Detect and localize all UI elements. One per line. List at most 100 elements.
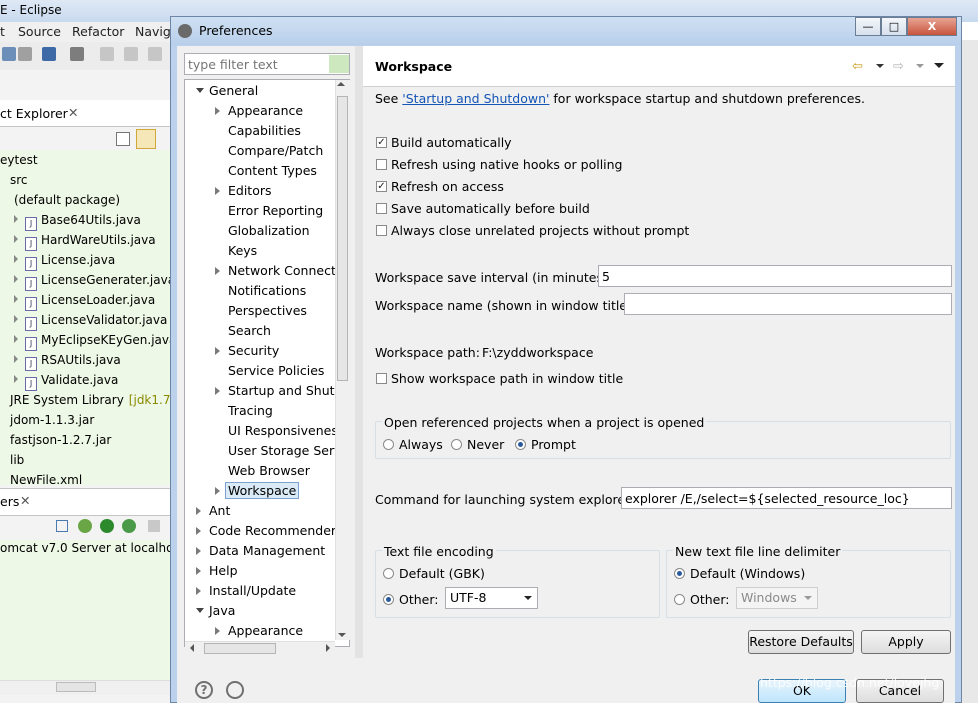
menu-item-source[interactable]: Source	[18, 24, 61, 39]
nav-item[interactable]: Code Recommenders	[209, 523, 343, 538]
dialog-title-bar[interactable]	[171, 17, 961, 45]
expand-icon[interactable]	[196, 547, 201, 555]
expand-icon[interactable]	[14, 355, 18, 363]
save-before-build-checkbox[interactable]	[376, 203, 387, 214]
expand-icon[interactable]	[215, 387, 220, 395]
expand-icon[interactable]	[196, 507, 201, 515]
encoding-default-radio[interactable]	[383, 568, 394, 579]
expand-icon[interactable]	[14, 315, 18, 323]
nav-item[interactable]: Data Management	[209, 543, 325, 558]
import-export-icon[interactable]	[226, 681, 244, 699]
nav-item[interactable]: Search	[228, 323, 271, 338]
project-tree-item[interactable]: jdom-1.1.3.jar	[0, 413, 94, 427]
project-tree-item[interactable]: J Base64Utils.java	[14, 213, 141, 231]
nav-item[interactable]: Appearance	[228, 103, 303, 118]
project-tree-item[interactable]: J License.java	[14, 253, 115, 271]
nav-item[interactable]: Compare/Patch	[228, 143, 323, 158]
expand-icon[interactable]	[196, 527, 201, 535]
encoding-other-radio[interactable]	[383, 594, 394, 605]
nav-item[interactable]: Perspectives	[228, 303, 307, 318]
project-tree-item[interactable]: J LicenseValidator.java	[14, 313, 167, 331]
nav-item[interactable]: Keys	[228, 243, 257, 258]
collapse-icon[interactable]	[196, 88, 204, 93]
collapse-icon[interactable]	[196, 608, 204, 613]
expand-icon[interactable]	[14, 255, 18, 263]
project-tree-item[interactable]: J RSAUtils.java	[14, 353, 121, 371]
save-interval-input[interactable]	[598, 265, 952, 287]
expand-icon[interactable]	[215, 627, 220, 635]
project-tree-item[interactable]: JRE System Library [jdk1.7.0	[0, 393, 182, 407]
link-with-editor-icon[interactable]	[136, 129, 156, 149]
scroll-up-icon[interactable]	[337, 82, 345, 86]
console-icon[interactable]	[42, 47, 56, 61]
nav-item[interactable]: Ant	[209, 503, 230, 518]
nav-item[interactable]: Web Browser	[228, 463, 310, 478]
delimiter-default-radio[interactable]	[674, 568, 685, 579]
scroll-left-icon[interactable]	[190, 644, 194, 652]
nav-item[interactable]: Notifications	[228, 283, 306, 298]
server-item[interactable]: omcat v7.0 Server at localhost	[0, 541, 184, 555]
workspace-name-input[interactable]	[624, 293, 952, 315]
servers-scroll-thumb[interactable]	[56, 682, 96, 692]
expand-icon[interactable]	[215, 487, 220, 495]
nav-item[interactable]: Network Connectio	[228, 263, 347, 278]
servers-tab[interactable]: ers ✕	[0, 488, 178, 516]
project-tree-item[interactable]: J LicenseGenerater.java	[14, 273, 175, 291]
project-explorer-tab[interactable]: ct Explorer ✕	[0, 100, 178, 127]
nav-item[interactable]: Workspace	[225, 482, 300, 499]
nav-item[interactable]: Help	[209, 563, 238, 578]
project-tree-item[interactable]: J LicenseLoader.java	[14, 293, 155, 311]
encoding-select[interactable]: UTF-8	[445, 587, 538, 609]
help-icon[interactable]: ?	[195, 681, 213, 699]
expand-icon[interactable]	[14, 335, 18, 343]
expand-icon[interactable]	[215, 107, 220, 115]
scroll-down-icon[interactable]	[338, 633, 346, 637]
project-tree-item[interactable]: J Validate.java	[14, 373, 118, 391]
back-arrow-icon[interactable]: ⇦	[852, 59, 863, 74]
save-all-icon[interactable]	[2, 47, 16, 61]
project-tree-item[interactable]: J HardWareUtils.java	[14, 233, 156, 251]
expand-icon[interactable]	[14, 275, 18, 283]
expand-icon[interactable]	[14, 375, 18, 383]
expand-icon[interactable]	[215, 347, 220, 355]
nav-item[interactable]: UI Responsiveness	[228, 423, 344, 438]
suspend-icon[interactable]	[124, 47, 138, 61]
project-tree-item[interactable]: J MyEclipseKEyGen.java	[14, 333, 176, 351]
debug-icon[interactable]	[78, 519, 92, 533]
filter-input[interactable]	[184, 53, 350, 75]
prompt-radio[interactable]	[515, 439, 526, 450]
project-tree-item[interactable]: eytest	[0, 153, 38, 167]
nav-item[interactable]: Capabilities	[228, 123, 301, 138]
show-path-checkbox[interactable]	[376, 373, 387, 384]
project-tree-item[interactable]: NewFile.xml	[0, 473, 82, 487]
nav-item[interactable]: General	[209, 83, 258, 98]
menu-item-run[interactable]: t	[0, 24, 5, 39]
menu-item-refactor[interactable]: Refactor	[72, 24, 124, 39]
expand-icon[interactable]	[14, 215, 18, 223]
expand-icon[interactable]	[14, 295, 18, 303]
expand-icon[interactable]	[215, 187, 220, 195]
build-automatically-checkbox[interactable]: ✓	[376, 137, 387, 148]
nav-item[interactable]: Security	[228, 343, 279, 358]
project-tree-item[interactable]: (default package)	[0, 193, 120, 207]
expand-icon[interactable]	[196, 567, 201, 575]
delimiter-other-radio[interactable]	[674, 594, 685, 605]
profile-icon[interactable]	[122, 519, 136, 533]
never-radio[interactable]	[451, 439, 462, 450]
close-icon[interactable]: ✕	[68, 105, 78, 120]
resume-icon[interactable]	[100, 47, 114, 61]
view-menu-icon[interactable]	[934, 63, 944, 68]
expand-icon[interactable]	[14, 235, 18, 243]
expand-icon[interactable]	[215, 267, 220, 275]
nav-item[interactable]: Error Reporting	[228, 203, 323, 218]
nav-scroll-thumb[interactable]	[337, 96, 348, 381]
print-icon[interactable]	[18, 47, 32, 61]
scroll-right-icon[interactable]	[326, 644, 330, 652]
menu-item-navigate[interactable]: Navig	[135, 24, 171, 39]
pane-divider[interactable]	[355, 46, 363, 658]
close-button[interactable]: X	[907, 17, 957, 36]
restore-defaults-button[interactable]: Restore Defaults	[748, 630, 854, 654]
nav-item[interactable]: Service Policies	[228, 363, 324, 378]
collapse-all-icon[interactable]	[116, 132, 130, 146]
collapse-icon[interactable]	[56, 520, 68, 532]
